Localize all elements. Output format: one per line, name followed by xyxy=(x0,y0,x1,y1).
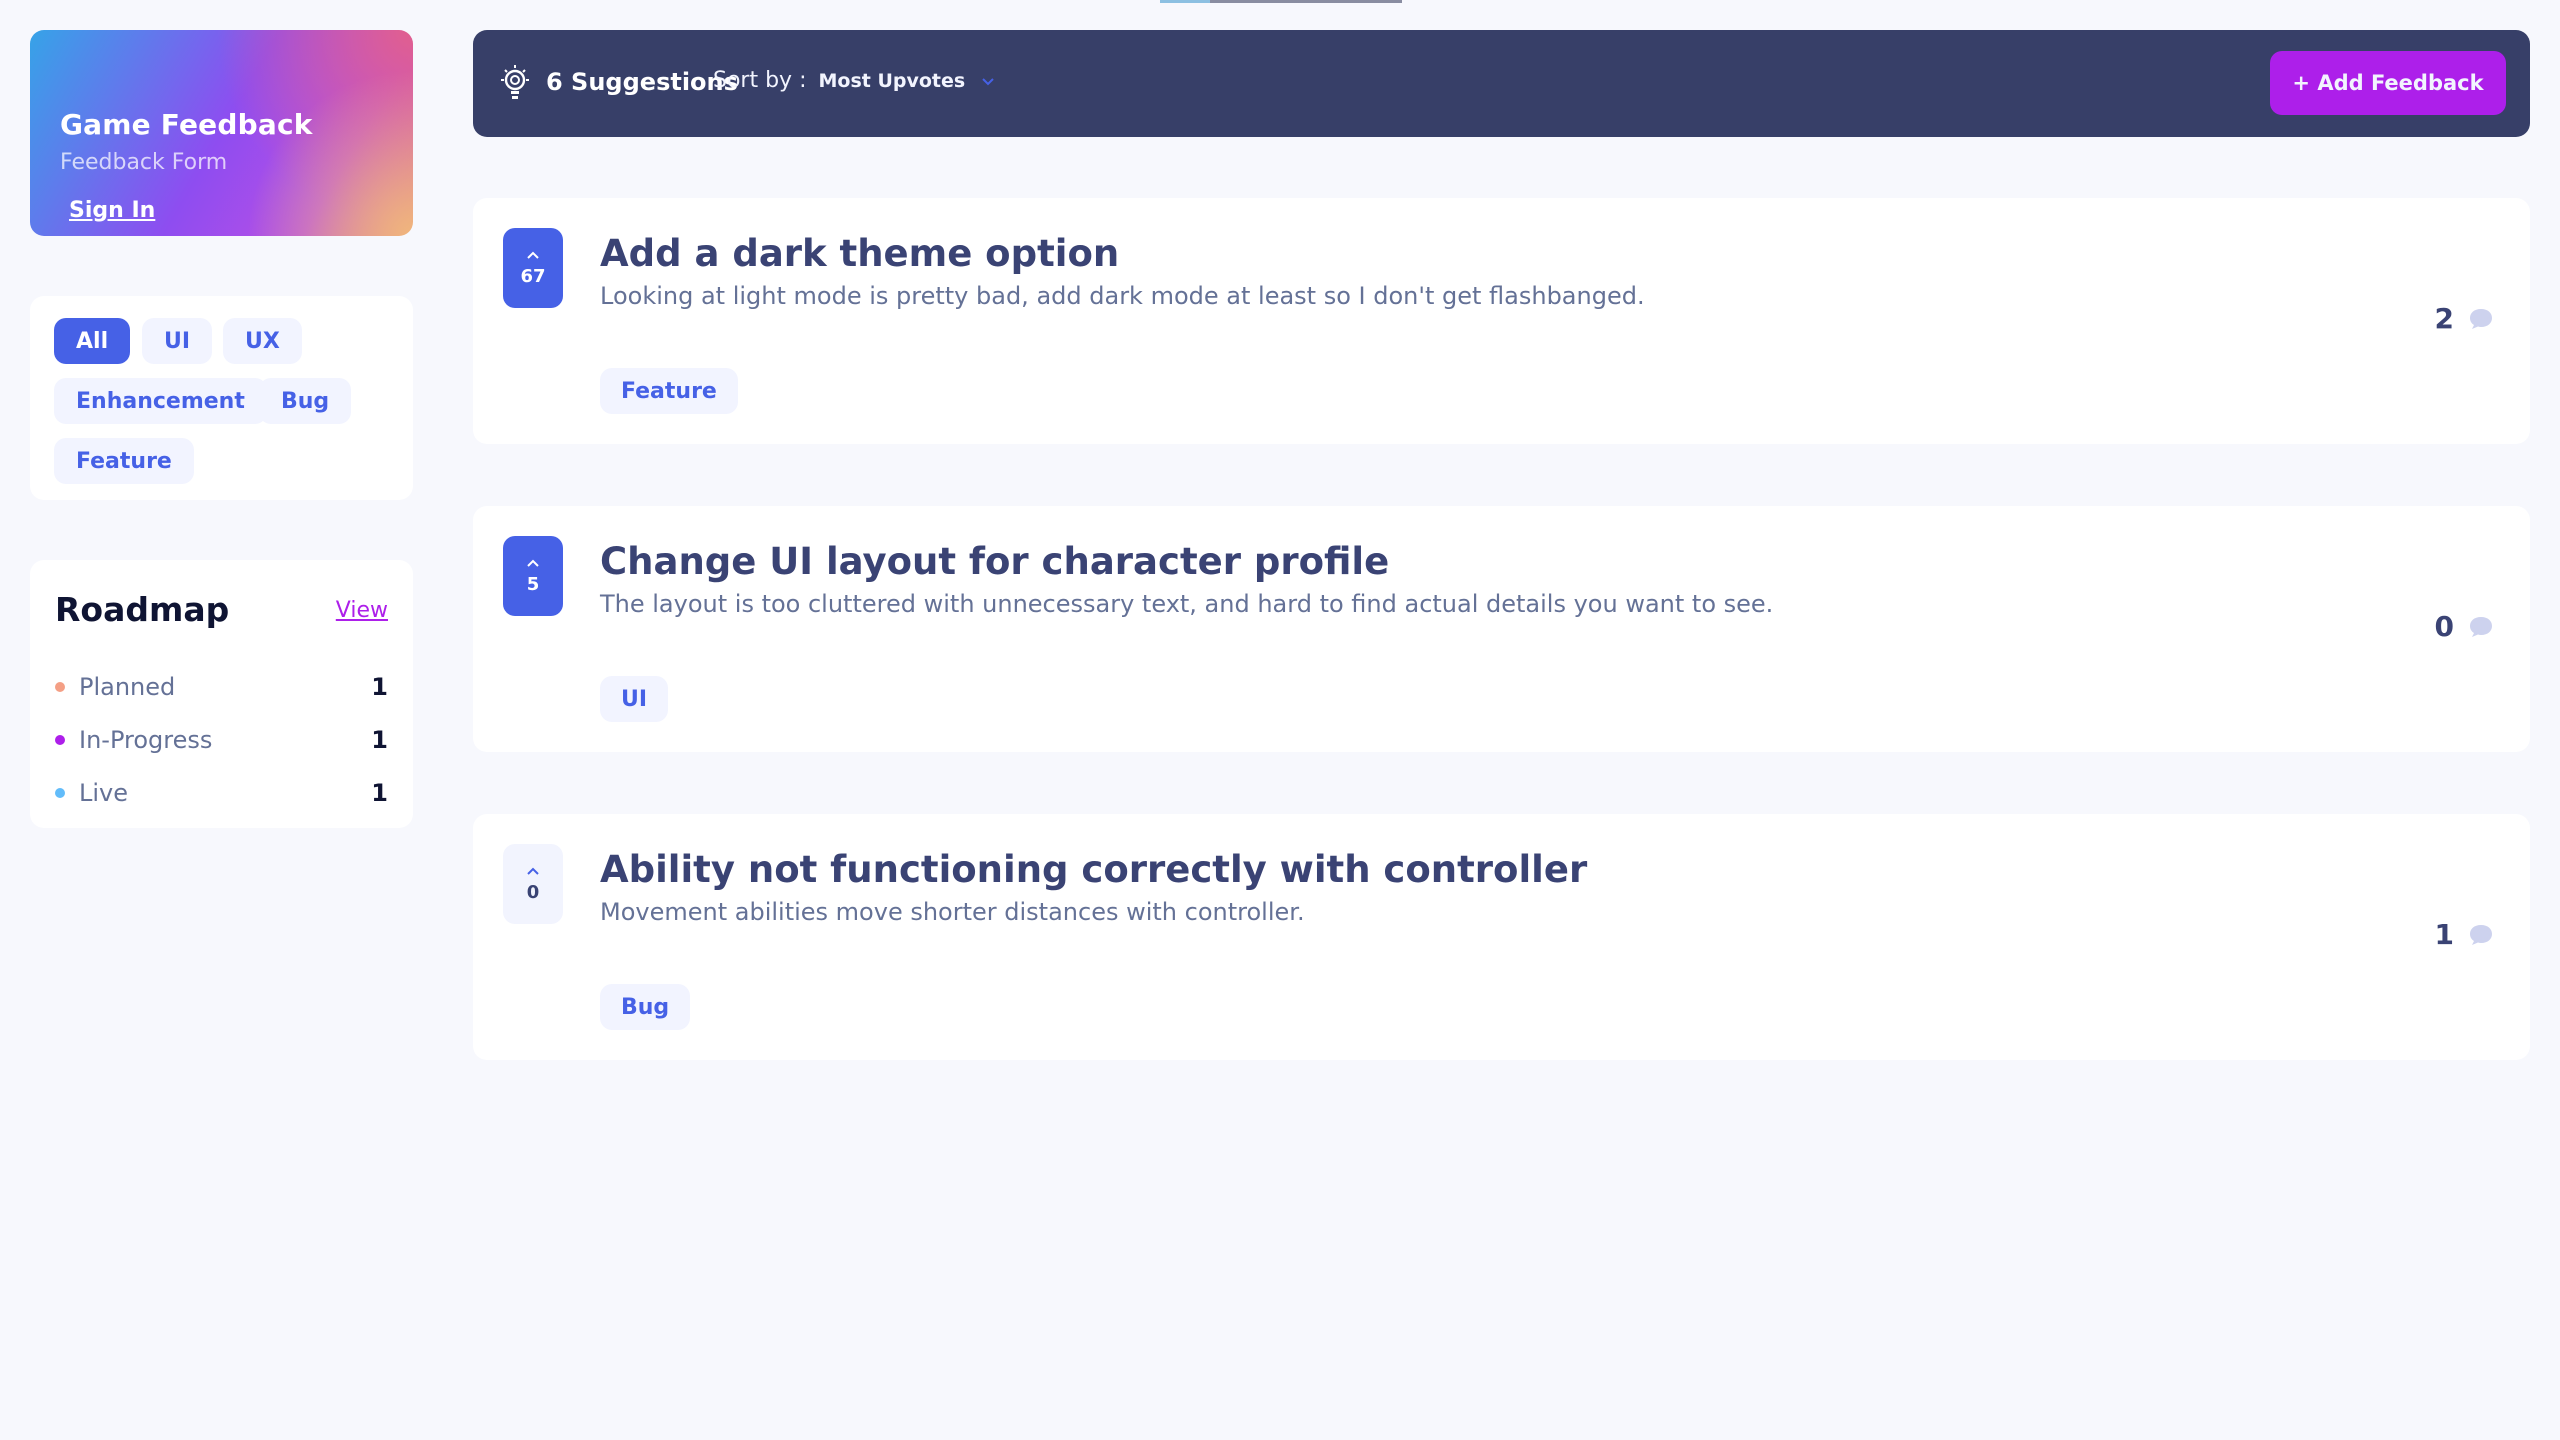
comment-count: 0 xyxy=(2434,610,2454,643)
feedback-title[interactable]: Ability not functioning correctly with c… xyxy=(600,848,1587,891)
planned-status-dot xyxy=(55,682,65,692)
brand-title: Game Feedback xyxy=(60,108,313,141)
filter-chip-enhancement[interactable]: Enhancement xyxy=(54,378,267,424)
comment-count: 2 xyxy=(2434,302,2454,335)
filter-chip-feature[interactable]: Feature xyxy=(54,438,194,484)
upvote-count: 5 xyxy=(526,573,540,595)
sign-in-link[interactable]: Sign In xyxy=(69,198,155,223)
filter-chip-bug[interactable]: Bug xyxy=(259,378,352,424)
sort-label: Sort by : xyxy=(713,68,807,93)
upvote-count: 0 xyxy=(526,881,540,903)
comment-bubble-icon xyxy=(2470,308,2492,329)
roadmap-item-count: 1 xyxy=(371,726,388,754)
live-status-dot xyxy=(55,788,65,798)
roadmap-item-live: Live 1 xyxy=(55,776,388,810)
add-feedback-button[interactable]: + Add Feedback xyxy=(2270,51,2506,115)
feedback-category-tag: UI xyxy=(600,676,669,722)
roadmap-item-label: Planned xyxy=(79,673,176,701)
upvote-button[interactable]: 67 xyxy=(503,228,563,308)
feedback-card[interactable]: 5 Change UI layout for character profile… xyxy=(473,506,2530,752)
feedback-description: Looking at light mode is pretty bad, add… xyxy=(600,282,1645,310)
comment-bubble-icon xyxy=(2470,616,2492,637)
comment-count-group: 0 xyxy=(2435,610,2494,643)
lightbulb-icon xyxy=(501,65,529,99)
roadmap-item-in-progress: In-Progress 1 xyxy=(55,723,388,757)
roadmap-card: Roadmap View Planned 1 In-Progress 1 Liv… xyxy=(30,560,413,828)
brand-subtitle: Feedback Form xyxy=(60,150,228,175)
filter-chip-ux[interactable]: UX xyxy=(223,318,302,364)
comment-bubble-icon xyxy=(2470,924,2492,945)
comment-count-group: 2 xyxy=(2435,302,2494,335)
feedback-title[interactable]: Change UI layout for character profile xyxy=(600,540,1389,583)
roadmap-title: Roadmap xyxy=(55,590,230,629)
feedback-category-tag: Feature xyxy=(600,368,738,414)
roadmap-item-label: In-Progress xyxy=(79,726,213,754)
roadmap-item-planned: Planned 1 xyxy=(55,670,388,704)
upvote-button[interactable]: 0 xyxy=(503,844,563,924)
roadmap-item-count: 1 xyxy=(371,673,388,701)
feedback-description: The layout is too cluttered with unneces… xyxy=(600,590,1774,618)
sort-dropdown[interactable]: Sort by : Most Upvotes xyxy=(713,68,995,93)
feedback-title[interactable]: Add a dark theme option xyxy=(600,232,1119,275)
roadmap-view-link[interactable]: View xyxy=(336,598,388,623)
roadmap-item-label: Live xyxy=(79,779,129,807)
category-filter-card: All UI UX Enhancement Bug Feature xyxy=(30,296,413,500)
feedback-description: Movement abilities move shorter distance… xyxy=(600,898,1305,926)
roadmap-item-count: 1 xyxy=(371,779,388,807)
upvote-button[interactable]: 5 xyxy=(503,536,563,616)
top-progress-strip xyxy=(1160,0,1402,3)
suggestions-toolbar: 6 Suggestions Sort by : Most Upvotes + A… xyxy=(473,30,2530,137)
brand-card: Game Feedback Feedback Form Sign In xyxy=(30,30,413,236)
chevron-up-icon xyxy=(527,559,539,567)
feedback-card[interactable]: 67 Add a dark theme option Looking at li… xyxy=(473,198,2530,444)
filter-chip-ui[interactable]: UI xyxy=(142,318,213,364)
feedback-card[interactable]: 0 Ability not functioning correctly with… xyxy=(473,814,2530,1060)
comment-count-group: 1 xyxy=(2435,918,2494,951)
chevron-up-icon xyxy=(527,251,539,259)
chevron-down-icon xyxy=(982,78,994,86)
in-progress-status-dot xyxy=(55,735,65,745)
suggestions-count: 6 Suggestions xyxy=(546,68,738,96)
comment-count: 1 xyxy=(2434,918,2454,951)
feedback-category-tag: Bug xyxy=(600,984,691,1030)
sort-value: Most Upvotes xyxy=(818,70,966,92)
chevron-up-icon xyxy=(527,867,539,875)
filter-chip-all[interactable]: All xyxy=(54,318,131,364)
upvote-count: 67 xyxy=(520,265,546,287)
